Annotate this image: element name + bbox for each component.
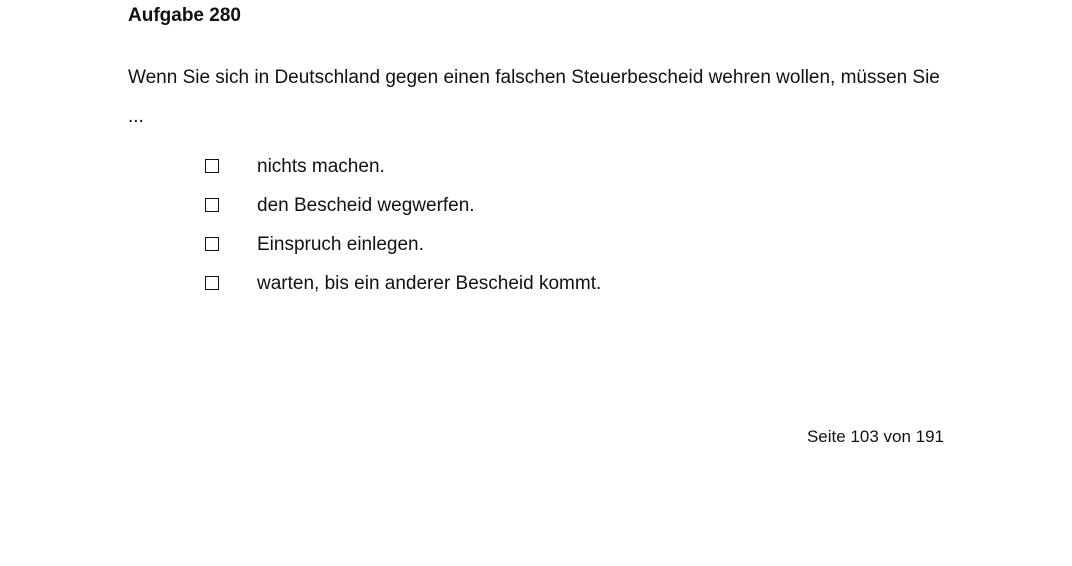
answer-option[interactable]: warten, bis ein anderer Bescheid kommt. <box>205 264 601 303</box>
checkbox-icon[interactable] <box>205 158 219 173</box>
task-title: Aufgabe 280 <box>128 5 241 26</box>
question-text: Wenn Sie sich in Deutschland gegen einen… <box>128 67 940 127</box>
answer-option-label: nichts machen. <box>257 155 385 177</box>
answer-option-label: warten, bis ein anderer Bescheid kommt. <box>257 272 602 294</box>
answer-option-label: den Bescheid wegwerfen. <box>257 194 475 216</box>
checkbox-icon[interactable] <box>205 236 219 251</box>
answer-option[interactable]: Einspruch einlegen. <box>205 225 601 264</box>
answer-option-label: Einspruch einlegen. <box>257 233 424 255</box>
answer-options-list: nichts machen. den Bescheid wegwerfen. E… <box>205 147 601 303</box>
page-number: Seite 103 von 191 <box>806 427 944 446</box>
answer-option[interactable]: den Bescheid wegwerfen. <box>205 186 601 225</box>
answer-option[interactable]: nichts machen. <box>205 147 601 186</box>
checkbox-icon[interactable] <box>205 275 219 290</box>
checkbox-icon[interactable] <box>205 197 219 212</box>
